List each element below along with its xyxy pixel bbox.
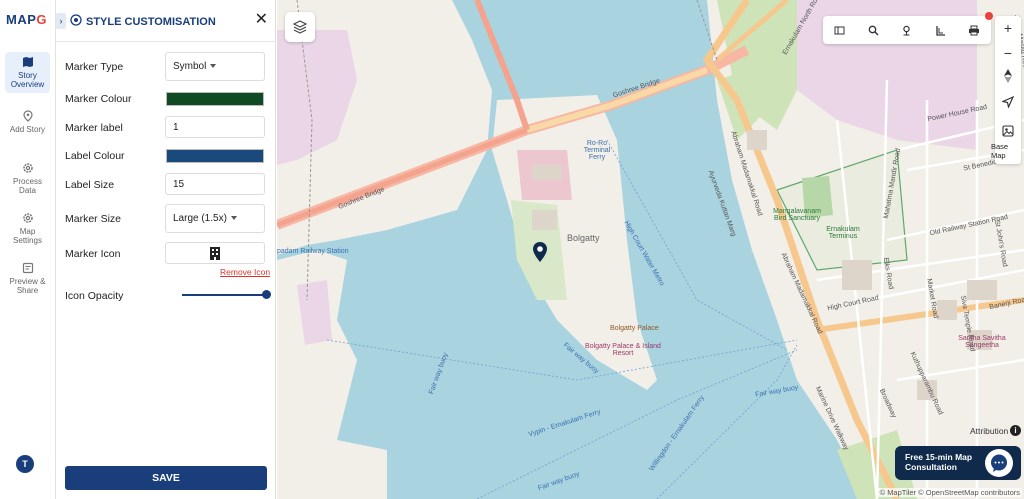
layers-button[interactable] — [285, 12, 315, 42]
chevron-down-icon — [210, 64, 217, 69]
icon-opacity-label: Icon Opacity — [65, 290, 124, 302]
collapse-panel-button[interactable]: › — [56, 13, 66, 29]
map-toolbar — [823, 16, 991, 44]
rail-label: Story Overview — [10, 71, 45, 89]
marker-label-label: Marker label — [65, 122, 123, 134]
map-label: Bolgatty Palace & Island Resort — [585, 343, 661, 357]
location-pin-icon — [22, 110, 33, 122]
rail-add-story[interactable]: Add Story — [5, 106, 50, 138]
attribution-label[interactable]: Attribution — [970, 426, 1008, 436]
map-label: Bolgatty Palace — [610, 325, 659, 332]
label-size-label: Label Size — [65, 179, 115, 191]
basemap-label: Base Map — [991, 142, 1009, 160]
rail-label: Preview & Share — [9, 277, 46, 295]
marker-colour-label: Marker Colour — [65, 93, 132, 105]
map-label: Saritha Savitha Sangeetha — [958, 335, 1006, 349]
rail-label: Process Data — [13, 177, 42, 195]
rail-story-overview[interactable]: Story Overview — [5, 52, 50, 93]
print-icon[interactable] — [967, 23, 981, 37]
map-label: Bolgatty — [567, 233, 600, 243]
map-label: Ro-Ro Terminal Ferry — [583, 140, 611, 161]
map-basemap — [277, 0, 1024, 499]
opacity-slider-handle[interactable] — [261, 290, 271, 299]
panel-header: STYLE CUSTOMISATION ✕ — [56, 0, 276, 42]
map-label: Ernakulam Terminus — [826, 226, 860, 240]
map-icon — [22, 57, 33, 67]
marker-colour-swatch[interactable] — [166, 92, 264, 106]
marker-label-input[interactable]: 1 — [165, 116, 265, 138]
label-colour-swatch[interactable] — [166, 149, 264, 163]
label-colour-label: Label Colour — [65, 150, 125, 162]
measure-icon[interactable] — [934, 23, 948, 37]
map-label: Mangalavanam Bird Sanctuary — [773, 208, 821, 222]
mapog-logo[interactable]: MAPG — [6, 12, 47, 27]
rail-preview-share[interactable]: Preview & Share — [5, 258, 50, 299]
map-marker-pin-icon[interactable] — [533, 242, 547, 262]
rail-label: Add Story — [9, 125, 46, 134]
search-icon[interactable] — [866, 23, 880, 37]
zoom-in-button[interactable]: + — [995, 16, 1021, 41]
close-icon[interactable]: ✕ — [255, 12, 268, 28]
building-icon — [210, 247, 220, 260]
marker-size-select[interactable]: Large (1.5x) — [165, 204, 265, 233]
map-credit: © MapTiler © OpenStreetMap contributors — [877, 488, 1022, 497]
marker-type-value: Symbol — [173, 61, 207, 72]
remove-icon-link[interactable]: Remove Icon — [220, 267, 270, 277]
label-size-input[interactable]: 15 — [165, 173, 265, 195]
preview-icon — [22, 262, 33, 274]
marker-icon-label: Marker Icon — [65, 248, 121, 260]
panel-title: STYLE CUSTOMISATION — [86, 16, 216, 28]
marker-icon-picker[interactable] — [165, 242, 265, 264]
style-panel: STYLE CUSTOMISATION ✕ Marker Type Symbol… — [56, 0, 276, 499]
rail-process-data[interactable]: Process Data — [5, 158, 50, 199]
navigation-arrow-icon — [1001, 95, 1015, 109]
marker-type-select[interactable]: Symbol — [165, 52, 265, 81]
geolocate-button[interactable] — [995, 91, 1021, 116]
user-avatar[interactable]: T — [16, 455, 34, 473]
chat-button[interactable] — [985, 449, 1013, 477]
info-icon[interactable]: i — [1010, 425, 1021, 436]
location-icon[interactable] — [900, 23, 914, 37]
map-export-icon[interactable] — [833, 23, 847, 37]
chevron-down-icon — [230, 216, 237, 221]
notification-badge — [985, 12, 993, 20]
layers-icon — [292, 20, 308, 34]
marker-size-label: Marker Size — [65, 213, 122, 225]
rail-label: Map Settings — [13, 227, 42, 245]
palette-icon — [70, 14, 82, 26]
compass-icon — [1004, 69, 1012, 83]
opacity-slider-track[interactable] — [182, 294, 266, 296]
logo-g: G — [36, 12, 48, 27]
gear-icon — [22, 163, 33, 173]
basemap-icon — [1002, 125, 1014, 137]
gear-icon — [22, 213, 33, 223]
marker-type-label: Marker Type — [65, 61, 124, 73]
left-rail: MAPG Story Overview Add Story Process Da… — [0, 0, 56, 499]
rail-map-settings[interactable]: Map Settings — [5, 208, 50, 249]
save-button[interactable]: SAVE — [65, 466, 267, 490]
map-canvas[interactable]: Goshree Bridge Goshree Bridge padam Rail… — [277, 0, 1024, 499]
zoom-out-button[interactable]: − — [995, 41, 1021, 66]
map-label: padam Railway Station — [277, 248, 349, 255]
marker-size-value: Large (1.5x) — [173, 213, 227, 224]
compass-button[interactable] — [995, 66, 1021, 91]
consultation-text: Free 15-min Map Consultation — [905, 452, 973, 472]
chat-bubble-icon — [991, 454, 1007, 472]
logo-text: MAP — [6, 12, 37, 27]
